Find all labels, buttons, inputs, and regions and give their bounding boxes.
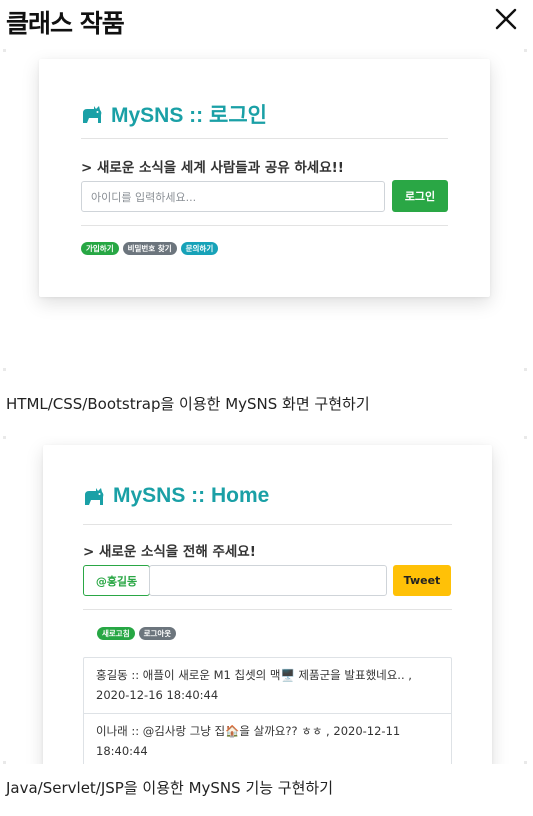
list-item[interactable]: 이나래 :: @김사랑 그냥 집🏠을 살까요?? ㅎㅎ , 2020-12-11… bbox=[84, 713, 451, 764]
brand: MySNS :: 로그인 bbox=[81, 99, 267, 129]
frame-corner bbox=[524, 761, 527, 764]
message-input[interactable] bbox=[149, 565, 387, 596]
brand: MySNS :: Home bbox=[83, 484, 269, 508]
close-button[interactable] bbox=[491, 4, 521, 34]
home-card: MySNS :: Home > 새로운 소식을 전해 주세요! @홍길동 Twe… bbox=[43, 445, 492, 764]
cat-icon bbox=[83, 106, 102, 123]
post-list: 홍길동 :: 애플이 새로운 M1 칩셋의 맥🖥️ 제품군을 발표했네요.. ,… bbox=[83, 657, 452, 764]
post-timestamp: 2020-12-16 18:40:44 bbox=[96, 688, 219, 702]
login-button[interactable]: 로그인 bbox=[392, 180, 448, 212]
project-caption[interactable]: Java/Servlet/JSP을 이용한 MySNS 기능 구현하기 bbox=[6, 777, 333, 798]
action-pills: 가입하기 비밀번호 찾기 문의하기 bbox=[81, 242, 219, 255]
project-screenshot-home[interactable]: MySNS :: Home > 새로운 소식을 전해 주세요! @홍길동 Twe… bbox=[3, 436, 527, 764]
find-password-pill[interactable]: 비밀번호 찾기 bbox=[122, 242, 177, 255]
refresh-pill[interactable]: 새로고침 bbox=[97, 627, 135, 640]
divider bbox=[83, 609, 452, 610]
tweet-button[interactable]: Tweet bbox=[393, 565, 451, 596]
project-caption[interactable]: HTML/CSS/Bootstrap을 이용한 MySNS 화면 구현하기 bbox=[6, 393, 370, 414]
cat-icon bbox=[85, 488, 104, 505]
frame-corner bbox=[3, 436, 6, 439]
frame-corner bbox=[3, 761, 6, 764]
brand-text: MySNS :: Home bbox=[113, 484, 270, 507]
divider bbox=[83, 524, 452, 525]
page-title: 클래스 작품 bbox=[6, 9, 125, 38]
user-tag: @홍길동 bbox=[83, 565, 150, 596]
frame-corner bbox=[3, 49, 6, 52]
post-text: 홍길동 :: 애플이 새로운 M1 칩셋의 맥🖥️ 제품군을 발표했네요.. , bbox=[96, 668, 412, 682]
header: 클래스 작품 bbox=[0, 0, 533, 46]
tagline: > 새로운 소식을 전해 주세요! bbox=[83, 544, 256, 560]
project-screenshot-login[interactable]: MySNS :: 로그인 > 새로운 소식을 세계 사람들과 공유 하세요!! … bbox=[3, 49, 527, 371]
list-item[interactable]: 홍길동 :: 애플이 새로운 M1 칩셋의 맥🖥️ 제품군을 발표했네요.. ,… bbox=[84, 658, 451, 713]
divider bbox=[81, 225, 448, 226]
close-icon bbox=[495, 8, 517, 30]
contact-pill[interactable]: 문의하기 bbox=[180, 242, 219, 255]
brand-text: MySNS :: 로그인 bbox=[111, 104, 267, 127]
frame-corner bbox=[524, 49, 527, 52]
logout-pill[interactable]: 로그아웃 bbox=[138, 627, 177, 640]
tagline: > 새로운 소식을 세계 사람들과 공유 하세요!! bbox=[81, 160, 344, 176]
post-timestamp: 18:40:44 bbox=[96, 744, 148, 758]
frame-corner bbox=[3, 368, 6, 371]
action-pills: 새로고침 로그아웃 bbox=[97, 627, 177, 640]
id-input[interactable]: 아이디를 입력하세요... bbox=[81, 181, 385, 212]
signup-pill[interactable]: 가입하기 bbox=[81, 242, 119, 255]
post-text: 이나래 :: @김사랑 그냥 집🏠을 살까요?? ㅎㅎ , 2020-12-11 bbox=[96, 724, 401, 738]
divider bbox=[81, 138, 448, 139]
frame-corner bbox=[524, 368, 527, 371]
login-card: MySNS :: 로그인 > 새로운 소식을 세계 사람들과 공유 하세요!! … bbox=[39, 59, 490, 297]
frame-corner bbox=[524, 436, 527, 439]
